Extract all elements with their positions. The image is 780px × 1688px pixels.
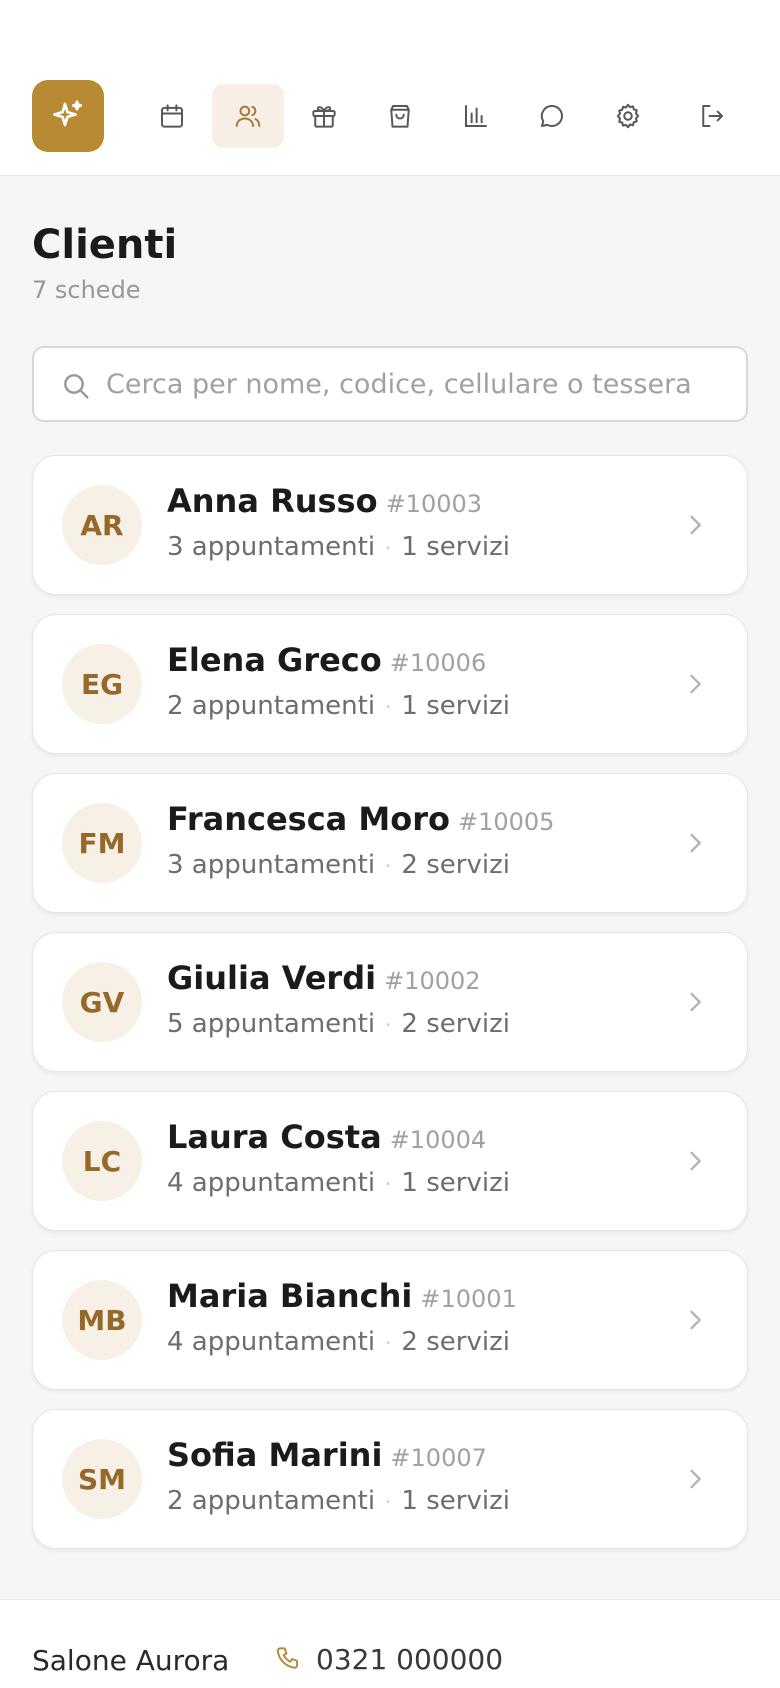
nav-calendar[interactable] [136, 84, 208, 148]
search-box[interactable] [32, 346, 748, 422]
chevron-right-icon [690, 515, 701, 535]
chevron-right-icon [690, 992, 701, 1012]
users-icon [235, 105, 261, 127]
search-icon [64, 374, 89, 399]
nav-stats[interactable] [440, 84, 512, 148]
client-card[interactable]: AR Anna Russo #10003 3 appuntamenti · 1 ser… [32, 455, 748, 595]
appointment-count: 4 appuntamenti [167, 1327, 376, 1357]
chevron-right-icon [690, 833, 701, 853]
client-card[interactable]: SM Sofia Marini #10007 2 appuntamenti · 1 s… [32, 1409, 748, 1549]
separator-dot: · [385, 1013, 392, 1037]
separator-dot: · [385, 695, 392, 719]
client-code: #10006 [389, 649, 487, 677]
gear-icon [617, 103, 639, 129]
avatar: AR [62, 485, 142, 565]
nav-messages[interactable] [516, 84, 588, 148]
client-name: Maria Bianchi [167, 1277, 413, 1315]
appointment-count: 3 appuntamenti [167, 532, 376, 562]
appointment-count: 3 appuntamenti [167, 850, 376, 880]
avatar: SM [62, 1439, 142, 1519]
client-count: 7 schede [32, 276, 141, 304]
chevron-right-icon [690, 1151, 701, 1171]
avatar: LC [62, 1121, 142, 1201]
calendar-icon [161, 104, 183, 128]
client-list: AR Anna Russo #10003 3 appuntamenti · 1 ser… [32, 455, 748, 1568]
service-count: 2 servizi [401, 1009, 510, 1039]
client-name: Sofia Marini [167, 1436, 383, 1474]
nav-settings[interactable] [592, 84, 664, 148]
salon-name: Salone Aurora [32, 1644, 230, 1677]
separator-dot: · [385, 1490, 392, 1514]
nav-gifts[interactable] [288, 84, 360, 148]
appointment-count: 4 appuntamenti [167, 1168, 376, 1198]
separator-dot: · [385, 536, 392, 560]
chevron-right-icon [690, 1310, 701, 1330]
phone-icon [276, 1647, 299, 1669]
footer: Salone Aurora 0321 000000 [0, 1599, 780, 1688]
client-code: #10003 [385, 490, 483, 518]
avatar: EG [62, 644, 142, 724]
logout-icon [702, 105, 723, 127]
bar-chart-icon [465, 105, 487, 127]
gift-icon [312, 106, 336, 128]
service-count: 1 servizi [401, 1486, 510, 1516]
client-card[interactable]: MB Maria Bianchi #10001 4 appuntamenti · 2 … [32, 1250, 748, 1390]
client-code: #10001 [420, 1285, 517, 1313]
client-code: #10007 [390, 1444, 487, 1472]
client-name: Anna Russo [167, 482, 378, 520]
nav-shop[interactable] [364, 84, 436, 148]
service-count: 1 servizi [401, 532, 510, 562]
service-count: 1 servizi [401, 1168, 510, 1198]
client-code: #10002 [384, 967, 481, 995]
client-card[interactable]: GV Giulia Verdi #10002 5 appuntamenti · 2 s… [32, 932, 748, 1072]
nav-logout[interactable] [676, 84, 748, 148]
client-name: Elena Greco [167, 641, 382, 679]
chevron-right-icon [690, 1469, 701, 1489]
search-input[interactable] [106, 362, 736, 406]
avatar: MB [62, 1280, 142, 1360]
appointment-count: 5 appuntamenti [167, 1009, 376, 1039]
separator-dot: · [385, 1331, 392, 1355]
client-card[interactable]: EG Elena Greco #10006 2 appuntamenti · 1 se… [32, 614, 748, 754]
service-count: 1 servizi [401, 691, 510, 721]
client-name: Francesca Moro [167, 800, 450, 838]
client-card[interactable]: LC Laura Costa #10004 4 appuntamenti · 1 se… [32, 1091, 748, 1231]
shopping-bag-icon [390, 105, 410, 128]
avatar: GV [62, 962, 142, 1042]
message-icon [540, 104, 563, 127]
separator-dot: · [385, 854, 392, 878]
service-count: 2 servizi [401, 850, 510, 880]
page-title: Clienti [32, 222, 178, 268]
service-count: 2 servizi [401, 1327, 510, 1357]
appointment-count: 2 appuntamenti [167, 691, 376, 721]
appointment-count: 2 appuntamenti [167, 1486, 376, 1516]
separator-dot: · [385, 1172, 392, 1196]
top-navigation-bar [0, 0, 780, 176]
main-nav [0, 84, 780, 148]
client-name: Giulia Verdi [167, 959, 377, 997]
salon-phone-link[interactable]: 0321 000000 [316, 1643, 503, 1676]
chevron-right-icon [690, 674, 701, 694]
client-code: #10005 [457, 808, 555, 836]
client-code: #10004 [389, 1126, 487, 1154]
client-card[interactable]: FM Francesca Moro #10005 3 appuntamenti · 2… [32, 773, 748, 913]
client-name: Laura Costa [167, 1118, 382, 1156]
avatar: FM [62, 803, 142, 883]
nav-clients[interactable] [212, 84, 284, 148]
